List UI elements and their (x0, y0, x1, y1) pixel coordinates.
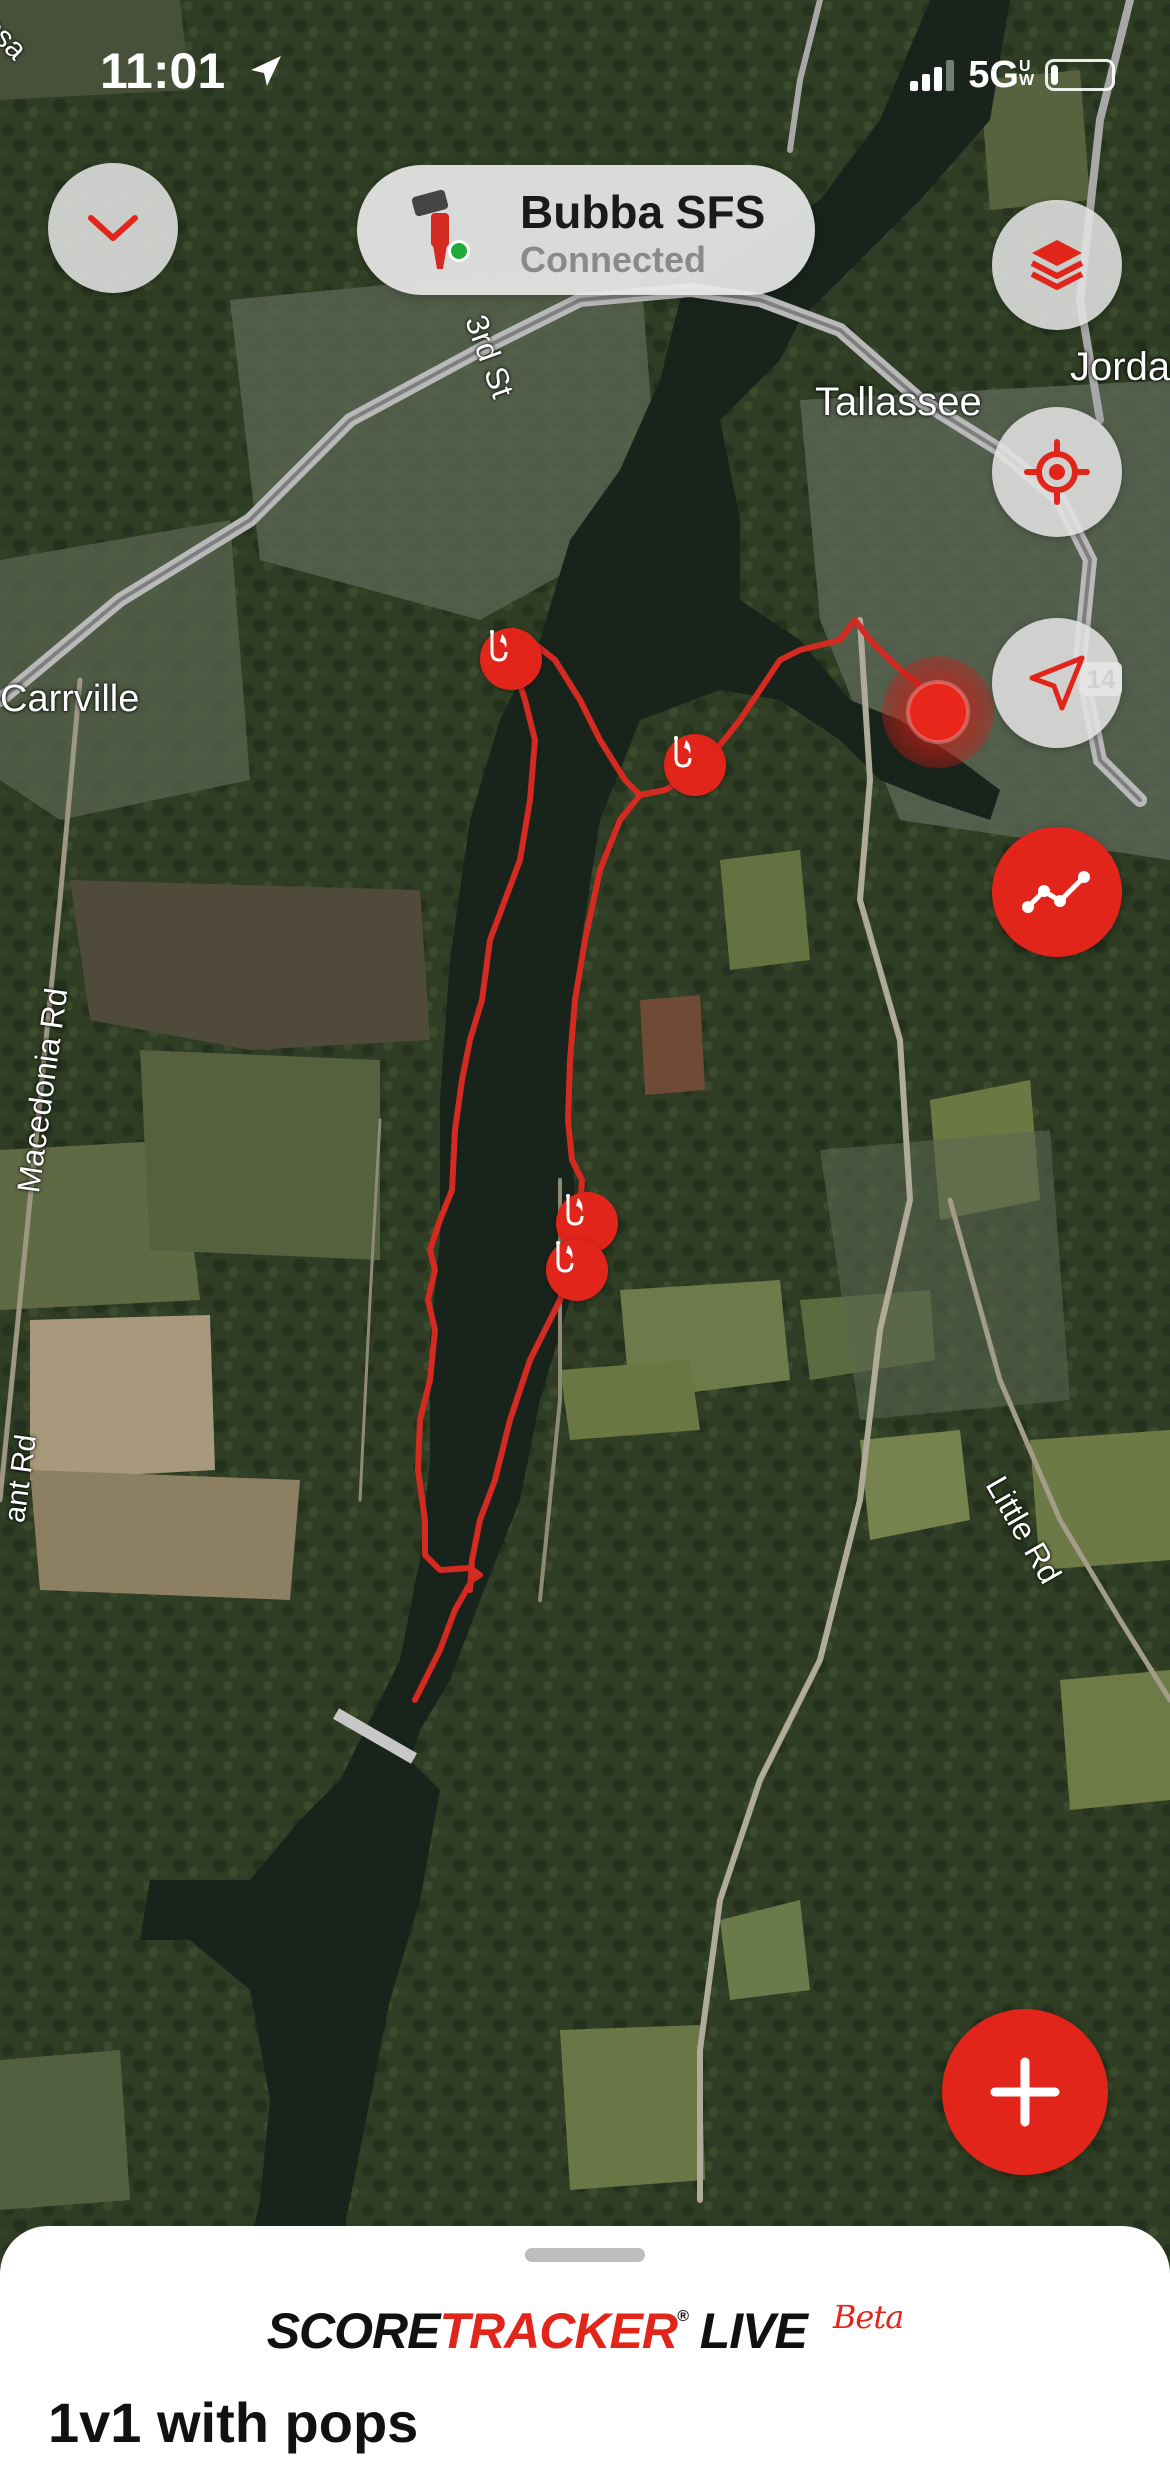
connected-status-dot (451, 243, 467, 259)
location-arrow-icon (251, 56, 282, 86)
plus-icon (990, 2057, 1060, 2127)
device-name: Bubba SFS (520, 186, 766, 238)
fish-hook-icon (556, 1241, 574, 1273)
signal-icon (910, 60, 955, 91)
collapse-button[interactable] (48, 163, 178, 293)
status-bar: 11:01 5GUW (0, 0, 1170, 140)
locate-me-button[interactable] (992, 407, 1122, 537)
chevron-down-icon (88, 215, 138, 241)
map-label-tallassee: Tallassee (815, 380, 982, 424)
network-text: 5G (968, 53, 1019, 96)
fish-hook-icon (674, 736, 692, 768)
map-layers-button[interactable] (992, 200, 1122, 330)
catch-marker[interactable] (546, 1239, 608, 1301)
battery-fill (1051, 65, 1058, 85)
device-status: Connected (520, 239, 707, 280)
network-type: 5GUW (968, 53, 1035, 97)
fish-hook-icon (490, 630, 508, 662)
bottom-sheet[interactable]: SCORE TRACKER ® LIVE Beta 1v1 with pops (0, 2226, 1170, 2465)
brand-registered-mark: ® (676, 2308, 689, 2325)
brand-tracker: TRACKER (439, 2303, 678, 2359)
scale-device-icon (411, 189, 470, 269)
brand-score: SCORE (266, 2303, 441, 2359)
battery-icon (1045, 59, 1115, 91)
map-label-jordan: Jorda (1070, 345, 1170, 389)
status-time-text: 11:01 (100, 43, 226, 99)
beta-badge: Beta (832, 2298, 904, 2336)
track-line-icon (1022, 871, 1090, 913)
navigate-button[interactable] (992, 618, 1122, 748)
fish-hook-icon (566, 1194, 584, 1226)
status-indicators: 5GUW (910, 50, 1115, 100)
target-icon (1024, 439, 1090, 505)
catch-marker[interactable] (480, 628, 542, 690)
brand-live: LIVE (699, 2303, 808, 2359)
scoretracker-live-logo: SCORE TRACKER ® LIVE Beta (0, 2296, 1170, 2366)
sheet-drag-handle[interactable] (525, 2248, 645, 2262)
add-catch-button[interactable] (942, 2009, 1108, 2175)
layers-icon (1030, 240, 1084, 290)
map-label-carrville: Carrville (0, 678, 140, 720)
navigation-arrow-icon (1029, 655, 1085, 711)
device-connection-pill[interactable]: Bubba SFS Connected (357, 165, 815, 295)
status-time: 11:01 (100, 42, 285, 100)
current-position-dot (906, 680, 970, 744)
catch-marker[interactable] (664, 734, 726, 796)
session-title: 1v1 with pops (48, 2391, 419, 2454)
track-toggle-button[interactable] (992, 827, 1122, 957)
network-sub-text: UW (1019, 57, 1035, 89)
